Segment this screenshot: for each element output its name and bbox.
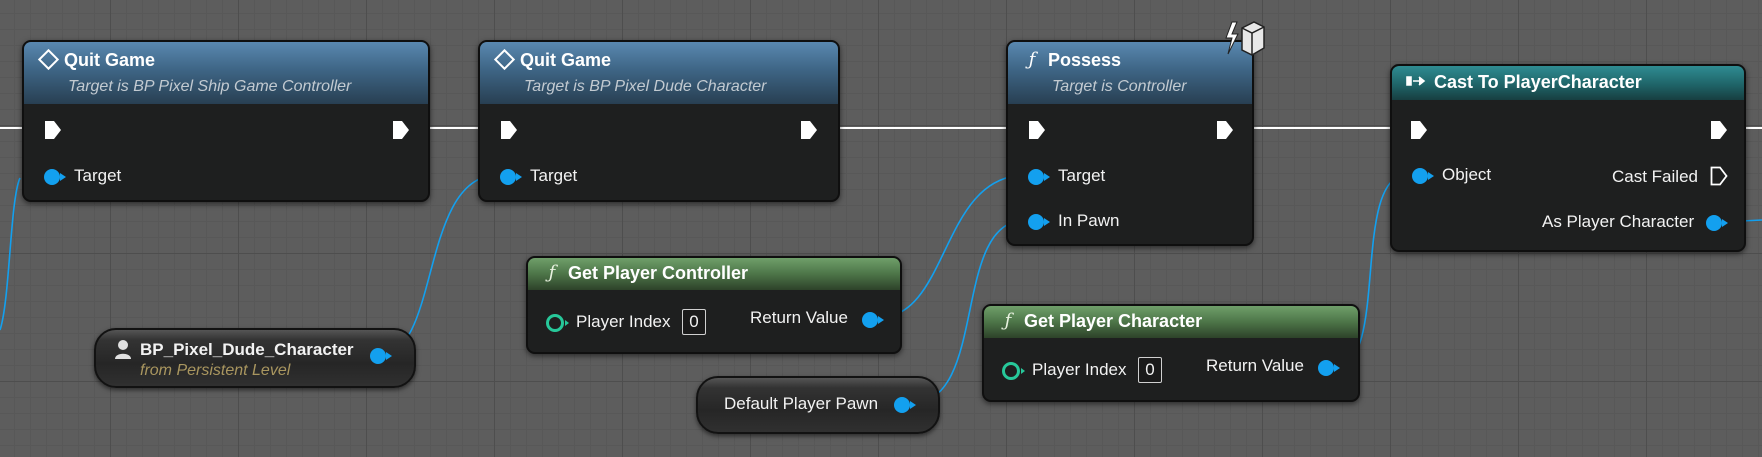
player-index-pin[interactable] — [1002, 362, 1025, 380]
pawn-title: Default Player Pawn — [724, 394, 879, 413]
node-subtitle: Target is BP Pixel Dude Character — [524, 78, 767, 95]
cast-failed-pin-label: Cast Failed — [1612, 167, 1698, 186]
node-title: Quit Game — [64, 50, 156, 70]
as-player-character-pin-label: As Player Character — [1542, 212, 1695, 231]
pawn-output-pin[interactable] — [894, 397, 916, 413]
cast-failed-pin[interactable] — [1710, 166, 1728, 186]
bp-pixel-dude-character-reference-node[interactable]: BP_Pixel_Dude_Character from Persistent … — [94, 328, 416, 388]
target-pin-label: Target — [74, 166, 122, 185]
default-player-pawn-node[interactable]: Default Player Pawn — [696, 376, 940, 434]
player-index-input[interactable]: 0 — [682, 309, 706, 335]
target-pin[interactable] — [1028, 169, 1050, 185]
node-title: Cast To PlayerCharacter — [1434, 72, 1642, 92]
get-player-controller-node[interactable]: ƒ Get Player Controller Player Index 0 R… — [526, 256, 902, 354]
exec-in-pin[interactable] — [1410, 120, 1428, 140]
function-icon: ƒ — [1028, 49, 1036, 70]
exec-in-pin[interactable] — [500, 120, 518, 140]
node-header: ƒ Possess Target is Controller — [1008, 42, 1252, 104]
return-value-pin-label: Return Value — [1206, 356, 1304, 375]
object-pin[interactable] — [1412, 168, 1434, 184]
reference-subtitle: from Persistent Level — [140, 362, 291, 379]
exec-in-pin[interactable] — [44, 120, 62, 140]
node-title: Get Player Character — [1024, 311, 1203, 331]
target-pin-label: Target — [530, 166, 578, 185]
player-index-pin[interactable] — [546, 314, 569, 332]
node-header: Cast To PlayerCharacter — [1392, 66, 1744, 100]
return-value-pin-label: Return Value — [750, 308, 848, 327]
node-header: ƒ Get Player Character — [984, 306, 1358, 338]
exec-in-pin[interactable] — [1028, 120, 1046, 140]
possess-node[interactable]: ƒ Possess Target is Controller Target In… — [1006, 40, 1254, 246]
diamond-icon — [37, 48, 59, 71]
target-pin[interactable] — [500, 169, 522, 185]
replication-cube-icon — [1225, 21, 1265, 56]
cast-icon — [1406, 72, 1426, 92]
object-pin-label: Object — [1442, 165, 1492, 184]
as-player-character-pin[interactable] — [1706, 215, 1728, 231]
node-title: Quit Game — [520, 50, 612, 70]
return-value-pin[interactable] — [1318, 360, 1340, 376]
player-index-pin-label: Player Index — [576, 312, 671, 331]
get-player-character-node[interactable]: ƒ Get Player Character Player Index 0 Re… — [982, 304, 1360, 402]
exec-out-pin[interactable] — [1710, 120, 1728, 140]
reference-output-pin[interactable] — [370, 348, 392, 364]
player-index-input[interactable]: 0 — [1138, 357, 1162, 383]
node-header: ƒ Get Player Controller — [528, 258, 900, 290]
exec-out-pin[interactable] — [392, 120, 410, 140]
node-header: Quit Game Target is BP Pixel Dude Charac… — [480, 42, 838, 104]
in-pawn-pin[interactable] — [1028, 214, 1050, 230]
return-value-pin[interactable] — [862, 312, 884, 328]
function-icon: ƒ — [1004, 310, 1012, 331]
quit-game-node-1[interactable]: Quit Game Target is BP Pixel Ship Game C… — [22, 40, 430, 202]
player-index-pin-label: Player Index — [1032, 360, 1127, 379]
target-pin-label: Target — [1058, 166, 1106, 185]
in-pawn-pin-label: In Pawn — [1058, 211, 1120, 230]
object-wire-left — [0, 177, 21, 331]
quit-game-node-2[interactable]: Quit Game Target is BP Pixel Dude Charac… — [478, 40, 840, 202]
cast-to-player-character-node[interactable]: Cast To PlayerCharacter Object Cast Fail… — [1390, 64, 1746, 252]
node-header: Quit Game Target is BP Pixel Ship Game C… — [24, 42, 428, 104]
diamond-icon — [493, 48, 515, 71]
node-title: Get Player Controller — [568, 263, 749, 283]
node-subtitle: Target is Controller — [1052, 78, 1187, 95]
function-icon: ƒ — [548, 262, 556, 283]
reference-title: BP_Pixel_Dude_Character — [140, 340, 354, 359]
node-title: Possess — [1048, 50, 1122, 70]
exec-out-pin[interactable] — [1216, 120, 1234, 140]
exec-out-pin[interactable] — [800, 120, 818, 140]
target-pin[interactable] — [44, 169, 66, 185]
node-subtitle: Target is BP Pixel Ship Game Controller — [68, 78, 352, 95]
person-icon — [115, 340, 131, 359]
